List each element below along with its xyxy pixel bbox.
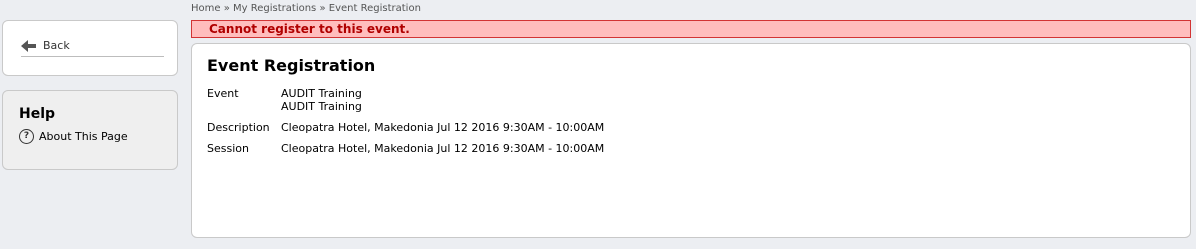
breadcrumb-my-registrations[interactable]: My Registrations bbox=[233, 3, 316, 14]
breadcrumb-separator: » bbox=[223, 3, 230, 14]
main-panel: Event Registration Event AUDIT Training … bbox=[191, 43, 1191, 238]
session-value: Cleopatra Hotel, Makedonia Jul 12 2016 9… bbox=[281, 142, 605, 155]
back-label: Back bbox=[43, 39, 70, 52]
breadcrumb-separator: » bbox=[319, 3, 326, 14]
help-title: Help bbox=[19, 106, 56, 122]
description-label: Description bbox=[207, 121, 270, 134]
breadcrumb: Home » My Registrations » Event Registra… bbox=[191, 3, 421, 14]
breadcrumb-home[interactable]: Home bbox=[191, 3, 221, 14]
event-value-line2: AUDIT Training bbox=[281, 100, 362, 113]
event-label: Event bbox=[207, 87, 239, 100]
session-label: Session bbox=[207, 142, 249, 155]
help-box: Help ? About This Page bbox=[2, 90, 178, 170]
page-title: Event Registration bbox=[207, 56, 376, 75]
help-question-icon: ? bbox=[19, 129, 34, 144]
event-value: AUDIT Training AUDIT Training bbox=[281, 87, 362, 113]
back-button[interactable]: Back bbox=[21, 39, 164, 57]
error-message: Cannot register to this event. bbox=[209, 22, 410, 36]
about-this-page-link[interactable]: ? About This Page bbox=[19, 129, 128, 144]
about-this-page-label: About This Page bbox=[39, 130, 128, 143]
event-value-line1: AUDIT Training bbox=[281, 87, 362, 100]
breadcrumb-current: Event Registration bbox=[328, 3, 421, 14]
back-box: Back bbox=[2, 20, 178, 76]
error-banner: Cannot register to this event. bbox=[191, 20, 1191, 38]
back-arrow-icon bbox=[21, 40, 36, 52]
description-value: Cleopatra Hotel, Makedonia Jul 12 2016 9… bbox=[281, 121, 605, 134]
